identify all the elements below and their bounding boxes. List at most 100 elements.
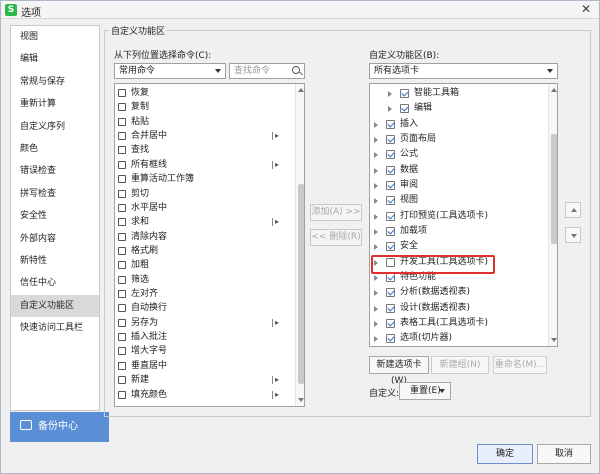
- sidebar-item[interactable]: 自定义序列: [11, 116, 99, 138]
- sidebar-item[interactable]: 快速访问工具栏: [11, 317, 99, 339]
- ribbon-tab-item[interactable]: 加载项: [370, 224, 548, 239]
- command-item[interactable]: 自动换行: [115, 301, 295, 315]
- rename-button[interactable]: 重命名(M)...: [493, 356, 547, 374]
- tab-checkbox[interactable]: [386, 334, 395, 344]
- move-up-button[interactable]: [565, 202, 581, 218]
- commands-list[interactable]: 恢复 复制 粘贴 合并居中 ▸ 查找 所有框线 ▸ 重算活动工作簿 剪切 水平居中 求和 ▸ 清除内容 格式…: [114, 83, 305, 407]
- tab-checkbox[interactable]: [386, 288, 395, 298]
- command-item[interactable]: 加粗: [115, 258, 295, 272]
- ribbon-tab-item[interactable]: 设计(数据透视表): [370, 301, 548, 316]
- tab-checkbox[interactable]: [386, 196, 395, 206]
- command-item[interactable]: 填充颜色 ▸: [115, 388, 295, 402]
- tab-checkbox[interactable]: [386, 180, 395, 190]
- sidebar-item[interactable]: 常规与保存: [11, 71, 99, 93]
- tab-checkbox[interactable]: [386, 134, 395, 144]
- ribbon-tab-item[interactable]: 智能工具箱: [370, 86, 548, 101]
- expand-arrow-icon[interactable]: [374, 152, 378, 159]
- tab-checkbox[interactable]: [386, 242, 395, 252]
- ribbon-tab-item[interactable]: 插入: [370, 117, 548, 132]
- command-item[interactable]: 左对齐: [115, 287, 295, 301]
- sidebar-item[interactable]: 新特性: [11, 250, 99, 272]
- scroll-thumb[interactable]: [551, 134, 557, 244]
- command-item[interactable]: 粘贴: [115, 115, 295, 129]
- scroll-up-icon[interactable]: [298, 88, 304, 92]
- command-item[interactable]: 水平居中: [115, 201, 295, 215]
- sidebar-item[interactable]: 信任中心: [11, 272, 99, 294]
- tab-checkbox[interactable]: [386, 318, 395, 328]
- remove-button[interactable]: << 删除(R): [310, 229, 362, 246]
- ribbon-tabs-tree[interactable]: 智能工具箱 编辑 插入 页面布局 公式 数据 审阅 视图 打印预览(工具选项卡) 加载项 安全 开发工…: [369, 83, 558, 347]
- tab-checkbox[interactable]: [386, 226, 395, 236]
- sidebar-item[interactable]: 重新计算: [11, 93, 99, 115]
- close-icon[interactable]: ✕: [579, 2, 593, 16]
- ribbon-tab-item[interactable]: 数据: [370, 163, 548, 178]
- tab-checkbox[interactable]: [386, 119, 395, 129]
- command-item[interactable]: 垂直居中: [115, 359, 295, 373]
- command-item[interactable]: 插入批注: [115, 330, 295, 344]
- expand-arrow-icon[interactable]: [374, 213, 378, 220]
- ribbon-tab-item[interactable]: 打印预览(工具选项卡): [370, 209, 548, 224]
- command-item[interactable]: 增大字号: [115, 344, 295, 358]
- tab-checkbox[interactable]: [386, 272, 395, 282]
- tab-checkbox[interactable]: [386, 165, 395, 175]
- expand-arrow-icon[interactable]: [374, 274, 378, 281]
- expand-arrow-icon[interactable]: [374, 167, 378, 174]
- ribbon-tab-item[interactable]: 分析(数据透视表): [370, 285, 548, 300]
- add-button[interactable]: 添加(A) >>: [310, 204, 362, 221]
- command-item[interactable]: 复制: [115, 100, 295, 114]
- expand-arrow-icon[interactable]: [374, 136, 378, 143]
- expand-arrow-icon[interactable]: [374, 182, 378, 189]
- command-item[interactable]: 查找: [115, 143, 295, 157]
- expand-arrow-icon[interactable]: [374, 320, 378, 327]
- command-item[interactable]: 重算活动工作簿: [115, 172, 295, 186]
- command-item[interactable]: 清除内容: [115, 230, 295, 244]
- command-item[interactable]: 筛选: [115, 273, 295, 287]
- search-command-input[interactable]: 查找命令: [229, 63, 305, 79]
- backup-center-button[interactable]: 备份中心: [10, 412, 109, 442]
- tab-checkbox[interactable]: [386, 303, 395, 313]
- reset-dropdown-button[interactable]: 重置(E): [399, 382, 451, 400]
- tabs-source-dropdown[interactable]: 所有选项卡: [369, 63, 558, 79]
- move-down-button[interactable]: [565, 227, 581, 243]
- cancel-button[interactable]: 取消: [537, 444, 591, 464]
- command-item[interactable]: 所有框线 ▸: [115, 158, 295, 172]
- expand-arrow-icon[interactable]: [388, 91, 392, 97]
- command-source-dropdown[interactable]: 常用命令: [114, 63, 226, 79]
- expand-arrow-icon[interactable]: [374, 244, 378, 251]
- ribbon-tab-item[interactable]: 视图: [370, 193, 548, 208]
- ribbon-tab-item[interactable]: 审阅: [370, 178, 548, 193]
- sidebar-item[interactable]: 视图: [11, 26, 99, 48]
- tab-checkbox[interactable]: [386, 150, 395, 160]
- ribbon-tab-item[interactable]: 公式: [370, 147, 548, 162]
- sidebar-item[interactable]: 拼写检查: [11, 183, 99, 205]
- command-item[interactable]: 合并居中 ▸: [115, 129, 295, 143]
- sidebar-item[interactable]: 安全性: [11, 205, 99, 227]
- scroll-down-icon[interactable]: [298, 398, 304, 402]
- ribbon-tab-item[interactable]: 页面布局: [370, 132, 548, 147]
- ribbon-tab-item[interactable]: 编辑: [370, 101, 548, 116]
- ribbon-tab-item[interactable]: 表格工具(工具选项卡): [370, 316, 548, 331]
- sidebar-item[interactable]: 颜色: [11, 138, 99, 160]
- expand-arrow-icon[interactable]: [374, 305, 378, 312]
- new-group-button[interactable]: 新建组(N): [431, 356, 489, 374]
- command-item[interactable]: 恢复: [115, 86, 295, 100]
- tabs-scrollbar[interactable]: [548, 84, 557, 346]
- sidebar-item[interactable]: 自定义功能区: [11, 294, 99, 318]
- expand-arrow-icon[interactable]: [374, 290, 378, 297]
- command-item[interactable]: 剪切: [115, 187, 295, 201]
- expand-arrow-icon[interactable]: [374, 121, 378, 128]
- scroll-down-icon[interactable]: [551, 338, 557, 342]
- sidebar-item[interactable]: 编辑: [11, 48, 99, 70]
- command-item[interactable]: 新建 ▸: [115, 373, 295, 387]
- ribbon-tab-item[interactable]: 选项(切片器): [370, 331, 548, 346]
- expand-arrow-icon[interactable]: [374, 228, 378, 235]
- scroll-thumb[interactable]: [298, 184, 304, 384]
- command-item[interactable]: 求和 ▸: [115, 215, 295, 229]
- expand-arrow-icon[interactable]: [374, 198, 378, 205]
- tab-checkbox[interactable]: [400, 104, 409, 114]
- sidebar-item[interactable]: 错误检查: [11, 160, 99, 182]
- sidebar-item[interactable]: 外部内容: [11, 228, 99, 250]
- command-item[interactable]: 格式刷: [115, 244, 295, 258]
- tab-checkbox[interactable]: [386, 211, 395, 221]
- commands-scrollbar[interactable]: [295, 84, 304, 406]
